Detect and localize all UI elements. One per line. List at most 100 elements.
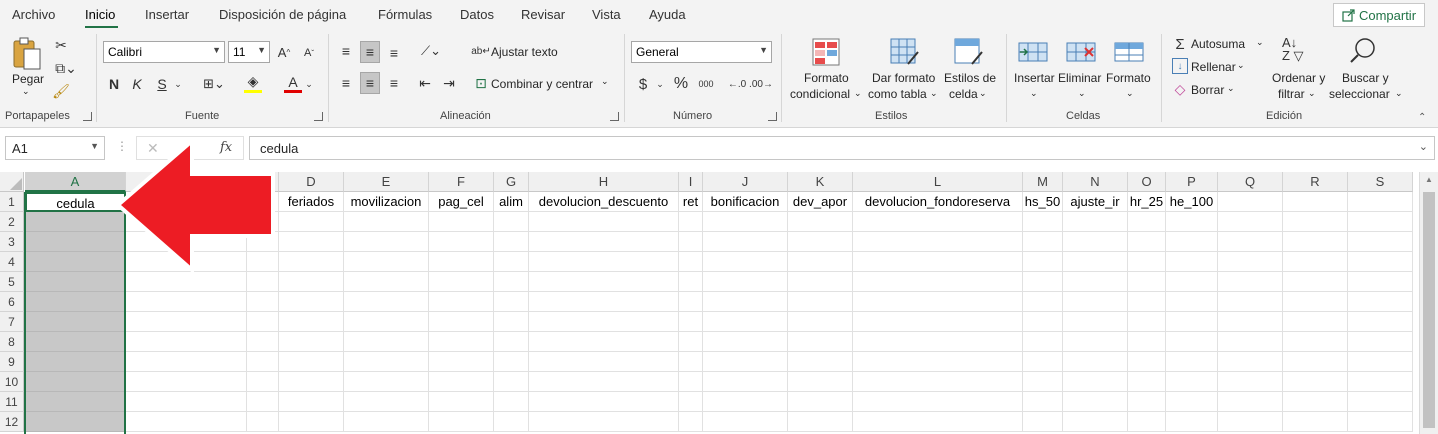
select-all-button[interactable] [0,172,24,192]
cell-h10[interactable] [529,372,679,392]
cell-k1[interactable]: dev_apor [788,192,853,212]
fill-label[interactable]: Rellenar [1191,60,1236,74]
number-launcher-icon[interactable] [768,112,777,121]
cell-m3[interactable] [1023,232,1063,252]
cell-r8[interactable] [1283,332,1348,352]
cell-j12[interactable] [703,412,788,432]
copy-icon[interactable]: ⧉⌄ [52,59,80,77]
cell-p12[interactable] [1166,412,1218,432]
cell-c6[interactable] [247,292,279,312]
cell-d2[interactable] [279,212,344,232]
tab-archivo[interactable]: Archivo [12,7,55,22]
cell-s5[interactable] [1348,272,1413,292]
cell-e5[interactable] [344,272,429,292]
cell-r11[interactable] [1283,392,1348,412]
cell-m5[interactable] [1023,272,1063,292]
cell-d5[interactable] [279,272,344,292]
cell-i3[interactable] [679,232,703,252]
cell-o3[interactable] [1128,232,1166,252]
row-header-5[interactable]: 5 [0,272,24,292]
column-header-m[interactable]: M [1023,172,1063,192]
font-size-combo[interactable]: 11 ▼ [228,41,270,63]
cell-k12[interactable] [788,412,853,432]
chevron-down-icon[interactable]: ⌄ [303,75,315,93]
wrap-text-label[interactable]: Ajustar texto [491,45,558,59]
column-header-i[interactable]: I [679,172,703,192]
cell-l1[interactable]: devolucion_fondoreserva [853,192,1023,212]
row-header-3[interactable]: 3 [0,232,24,252]
align-left-icon[interactable]: ≡ [337,73,355,93]
column-header-o[interactable]: O [1128,172,1166,192]
underline-button[interactable]: S [154,75,170,93]
cell-g11[interactable] [494,392,529,412]
cell-h8[interactable] [529,332,679,352]
cell-j2[interactable] [703,212,788,232]
cell-i9[interactable] [679,352,703,372]
cell-m1[interactable]: hs_50 [1023,192,1063,212]
cell-q4[interactable] [1218,252,1283,272]
cell-i12[interactable] [679,412,703,432]
cell-m4[interactable] [1023,252,1063,272]
column-header-h[interactable]: H [529,172,679,192]
column-header-k[interactable]: K [788,172,853,192]
cell-g5[interactable] [494,272,529,292]
cell-q11[interactable] [1218,392,1283,412]
cell-f12[interactable] [429,412,494,432]
chevron-down-icon[interactable]: ⌄ [1256,37,1264,48]
cell-k9[interactable] [788,352,853,372]
tab-formulas[interactable]: Fórmulas [378,7,432,22]
align-middle-icon[interactable]: ≡ [360,41,380,63]
name-box[interactable]: A1 ▼ [5,136,105,160]
tab-vista[interactable]: Vista [592,7,621,22]
tab-ayuda[interactable]: Ayuda [649,7,686,22]
cell-r6[interactable] [1283,292,1348,312]
align-center-icon[interactable]: ≡ [360,72,380,94]
cell-e1[interactable]: movilizacion [344,192,429,212]
row-header-8[interactable]: 8 [0,332,24,352]
column-header-g[interactable]: G [494,172,529,192]
cell-i7[interactable] [679,312,703,332]
cell-m11[interactable] [1023,392,1063,412]
cell-r2[interactable] [1283,212,1348,232]
scroll-thumb[interactable] [1423,192,1435,428]
cell-n9[interactable] [1063,352,1128,372]
decrease-font-icon[interactable]: Aˇ [300,44,318,62]
format-cells-button[interactable]: Formato ⌄ [1106,36,1154,106]
cell-n5[interactable] [1063,272,1128,292]
column-header-q[interactable]: Q [1218,172,1283,192]
cell-r9[interactable] [1283,352,1348,372]
row-header-10[interactable]: 10 [0,372,24,392]
cell-s2[interactable] [1348,212,1413,232]
tab-insertar[interactable]: Insertar [145,7,189,22]
tab-disposicion[interactable]: Disposición de página [219,7,346,22]
cell-q1[interactable] [1218,192,1283,212]
column-header-f[interactable]: F [429,172,494,192]
cell-o4[interactable] [1128,252,1166,272]
cell-h1[interactable]: devolucion_descuento [529,192,679,212]
cell-f9[interactable] [429,352,494,372]
cell-a7[interactable] [25,312,126,332]
thousands-button[interactable]: 000 [696,74,716,94]
decrease-decimal-icon[interactable]: .00→ [749,74,773,94]
cell-f11[interactable] [429,392,494,412]
clear-label[interactable]: Borrar [1191,83,1224,97]
cell-s1[interactable] [1348,192,1413,212]
cell-j9[interactable] [703,352,788,372]
row-header-9[interactable]: 9 [0,352,24,372]
format-painter-icon[interactable]: 🖌 [52,82,70,100]
increase-decimal-icon[interactable]: ←.0 [728,74,746,94]
cell-s6[interactable] [1348,292,1413,312]
cell-f1[interactable]: pag_cel [429,192,494,212]
cell-p10[interactable] [1166,372,1218,392]
cell-e7[interactable] [344,312,429,332]
cell-n8[interactable] [1063,332,1128,352]
cell-q9[interactable] [1218,352,1283,372]
cell-s4[interactable] [1348,252,1413,272]
cell-k6[interactable] [788,292,853,312]
row-header-2[interactable]: 2 [0,212,24,232]
row-header-7[interactable]: 7 [0,312,24,332]
cell-f3[interactable] [429,232,494,252]
cell-b8[interactable] [126,332,247,352]
currency-button[interactable]: $ [636,74,650,94]
cell-f8[interactable] [429,332,494,352]
